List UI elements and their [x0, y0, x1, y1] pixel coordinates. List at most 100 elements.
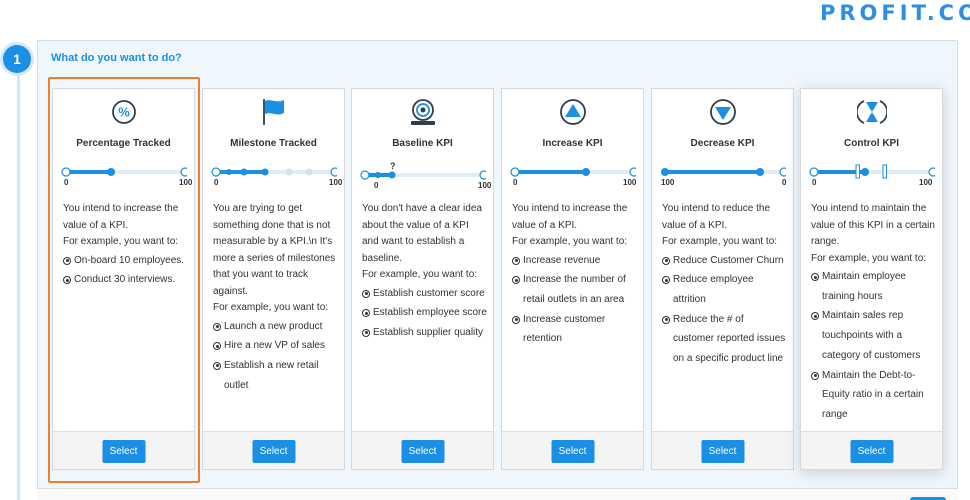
step-number-badge: 1	[3, 45, 31, 73]
card-increase-kpi[interactable]: Increase KPI 0 100 You intend to increas…	[501, 88, 644, 470]
example-intro: For example, you want to:	[63, 236, 179, 247]
card-title: Decrease KPI	[690, 138, 755, 149]
description-text: You intend to maintain the value of this…	[811, 203, 935, 247]
card-title: Control KPI	[844, 138, 899, 149]
slider-max-label: 100	[919, 178, 933, 187]
card-control-kpi[interactable]: Control KPI 0 100 You intend to maintain…	[800, 88, 943, 470]
card-footer: Select	[652, 431, 793, 469]
bullet-icon	[662, 276, 670, 285]
card-footer: Select	[801, 431, 942, 469]
list-item: Reduce the # of customer reported issues…	[662, 310, 787, 369]
list-item: Maintain employee training hours	[811, 267, 936, 306]
description-text: You intend to increase the value of a KP…	[512, 203, 628, 231]
list-item: On-board 10 employees.	[63, 251, 188, 271]
kpi-slider-illustration: 100 0	[660, 163, 789, 191]
description-text: You intend to reduce the value of a KPI.	[662, 203, 771, 231]
card-milestone-tracked[interactable]: Milestone Tracked 0 100 You are trying t…	[202, 88, 345, 470]
example-intro: For example, you want to:	[811, 252, 927, 264]
step-connector	[17, 60, 20, 500]
card-description: You intend to reduce the value of a KPI.…	[662, 201, 787, 369]
card-footer: Select	[352, 431, 493, 469]
card-baseline-kpi[interactable]: Baseline KPI ? 0 100 You don't have a cl…	[351, 88, 494, 470]
list-item: Reduce employee attrition	[662, 270, 787, 309]
card-footer: Select	[53, 431, 194, 469]
card-title: Baseline KPI	[392, 138, 453, 149]
kpi-slider-illustration: 0 100	[61, 163, 192, 191]
description-text: You intend to increase the value of a KP…	[63, 203, 179, 231]
card-percentage-tracked[interactable]: % Percentage Tracked 0 100 You intend to…	[52, 88, 195, 470]
list-item: Establish employee score	[362, 303, 487, 323]
card-decrease-kpi[interactable]: Decrease KPI 100 0 You intend to reduce …	[651, 88, 794, 470]
bullet-icon	[362, 328, 370, 337]
list-item: Maintain the Debt-to-Equity ratio in a c…	[811, 366, 936, 425]
arrow-down-icon	[652, 95, 793, 129]
hourglass-icon	[801, 95, 942, 129]
bullet-icon	[512, 256, 520, 265]
list-item: Increase customer retention	[512, 310, 637, 349]
example-intro: For example, you want to:	[213, 302, 329, 313]
slider-min-label: 100	[661, 178, 675, 187]
bullet-icon	[213, 322, 221, 331]
card-description: You intend to maintain the value of this…	[811, 201, 936, 425]
list-item: Establish customer score	[362, 284, 487, 304]
bullet-icon	[362, 289, 370, 298]
slider-marker-label: ?	[390, 161, 396, 171]
card-title: Milestone Tracked	[230, 138, 317, 149]
select-button[interactable]: Select	[401, 440, 444, 463]
card-title: Increase KPI	[542, 138, 603, 149]
example-intro: For example, you want to:	[362, 269, 478, 280]
card-title: Percentage Tracked	[76, 138, 171, 149]
select-button[interactable]: Select	[850, 440, 893, 463]
list-item: Reduce Customer Churn	[662, 251, 787, 271]
slider-max-label: 100	[478, 181, 492, 190]
list-item: Launch a new product	[213, 317, 338, 337]
bullet-icon	[213, 342, 221, 351]
slider-min-label: 0	[812, 178, 817, 187]
example-intro: For example, you want to:	[662, 236, 778, 247]
card-description: You intend to increase the value of a KP…	[63, 201, 188, 290]
example-intro: For example, you want to:	[512, 236, 628, 247]
slider-max-label: 100	[623, 178, 637, 187]
select-button[interactable]: Select	[252, 440, 295, 463]
select-button[interactable]: Select	[551, 440, 594, 463]
example-list: Launch a new product Hire a new VP of sa…	[213, 317, 338, 396]
kpi-slider-illustration: 0 100	[510, 163, 639, 191]
slider-min-label: 0	[513, 178, 518, 187]
list-item: Conduct 30 interviews.	[63, 270, 188, 290]
card-description: You don't have a clear idea about the va…	[362, 201, 487, 343]
slider-max-label: 100	[179, 178, 193, 187]
slider-min-label: 0	[214, 178, 219, 187]
list-item: Maintain sales rep touchpoints with a ca…	[811, 306, 936, 365]
example-list: Establish customer score Establish emplo…	[362, 284, 487, 343]
slider-max-label: 100	[329, 178, 343, 187]
bullet-icon	[362, 309, 370, 318]
bullet-icon	[63, 256, 71, 265]
bullet-icon	[811, 371, 819, 380]
example-list: Increase revenue Increase the number of …	[512, 251, 637, 350]
kpi-slider-illustration: 0 100	[809, 163, 938, 191]
card-footer: Select	[502, 431, 643, 469]
kpi-slider-illustration: 0 100	[211, 163, 342, 191]
list-item: Establish a new retail outlet	[213, 356, 338, 395]
bullet-icon	[811, 273, 819, 281]
kpi-slider-illustration: ? 0 100	[360, 161, 491, 191]
bullet-icon	[213, 361, 221, 370]
list-item: Increase revenue	[512, 251, 637, 271]
description-text: You don't have a clear idea about the va…	[362, 203, 482, 264]
select-button[interactable]: Select	[701, 440, 744, 463]
select-button[interactable]: Select	[102, 440, 145, 463]
percentage-icon: %	[53, 95, 194, 129]
target-icon	[352, 95, 493, 129]
svg-text:%: %	[118, 105, 130, 120]
bullet-icon	[512, 276, 520, 285]
bullet-icon	[63, 276, 71, 285]
slider-max-label: 0	[782, 178, 787, 187]
card-description: You intend to increase the value of a KP…	[512, 201, 637, 349]
slider-min-label: 0	[64, 178, 69, 187]
bullet-icon	[662, 256, 670, 265]
example-list: On-board 10 employees. Conduct 30 interv…	[63, 251, 188, 290]
flag-icon	[203, 95, 344, 129]
step-question: What do you want to do?	[51, 52, 182, 64]
list-item: Establish supplier quality	[362, 323, 487, 343]
card-description: You are trying to get something done tha…	[213, 201, 338, 395]
